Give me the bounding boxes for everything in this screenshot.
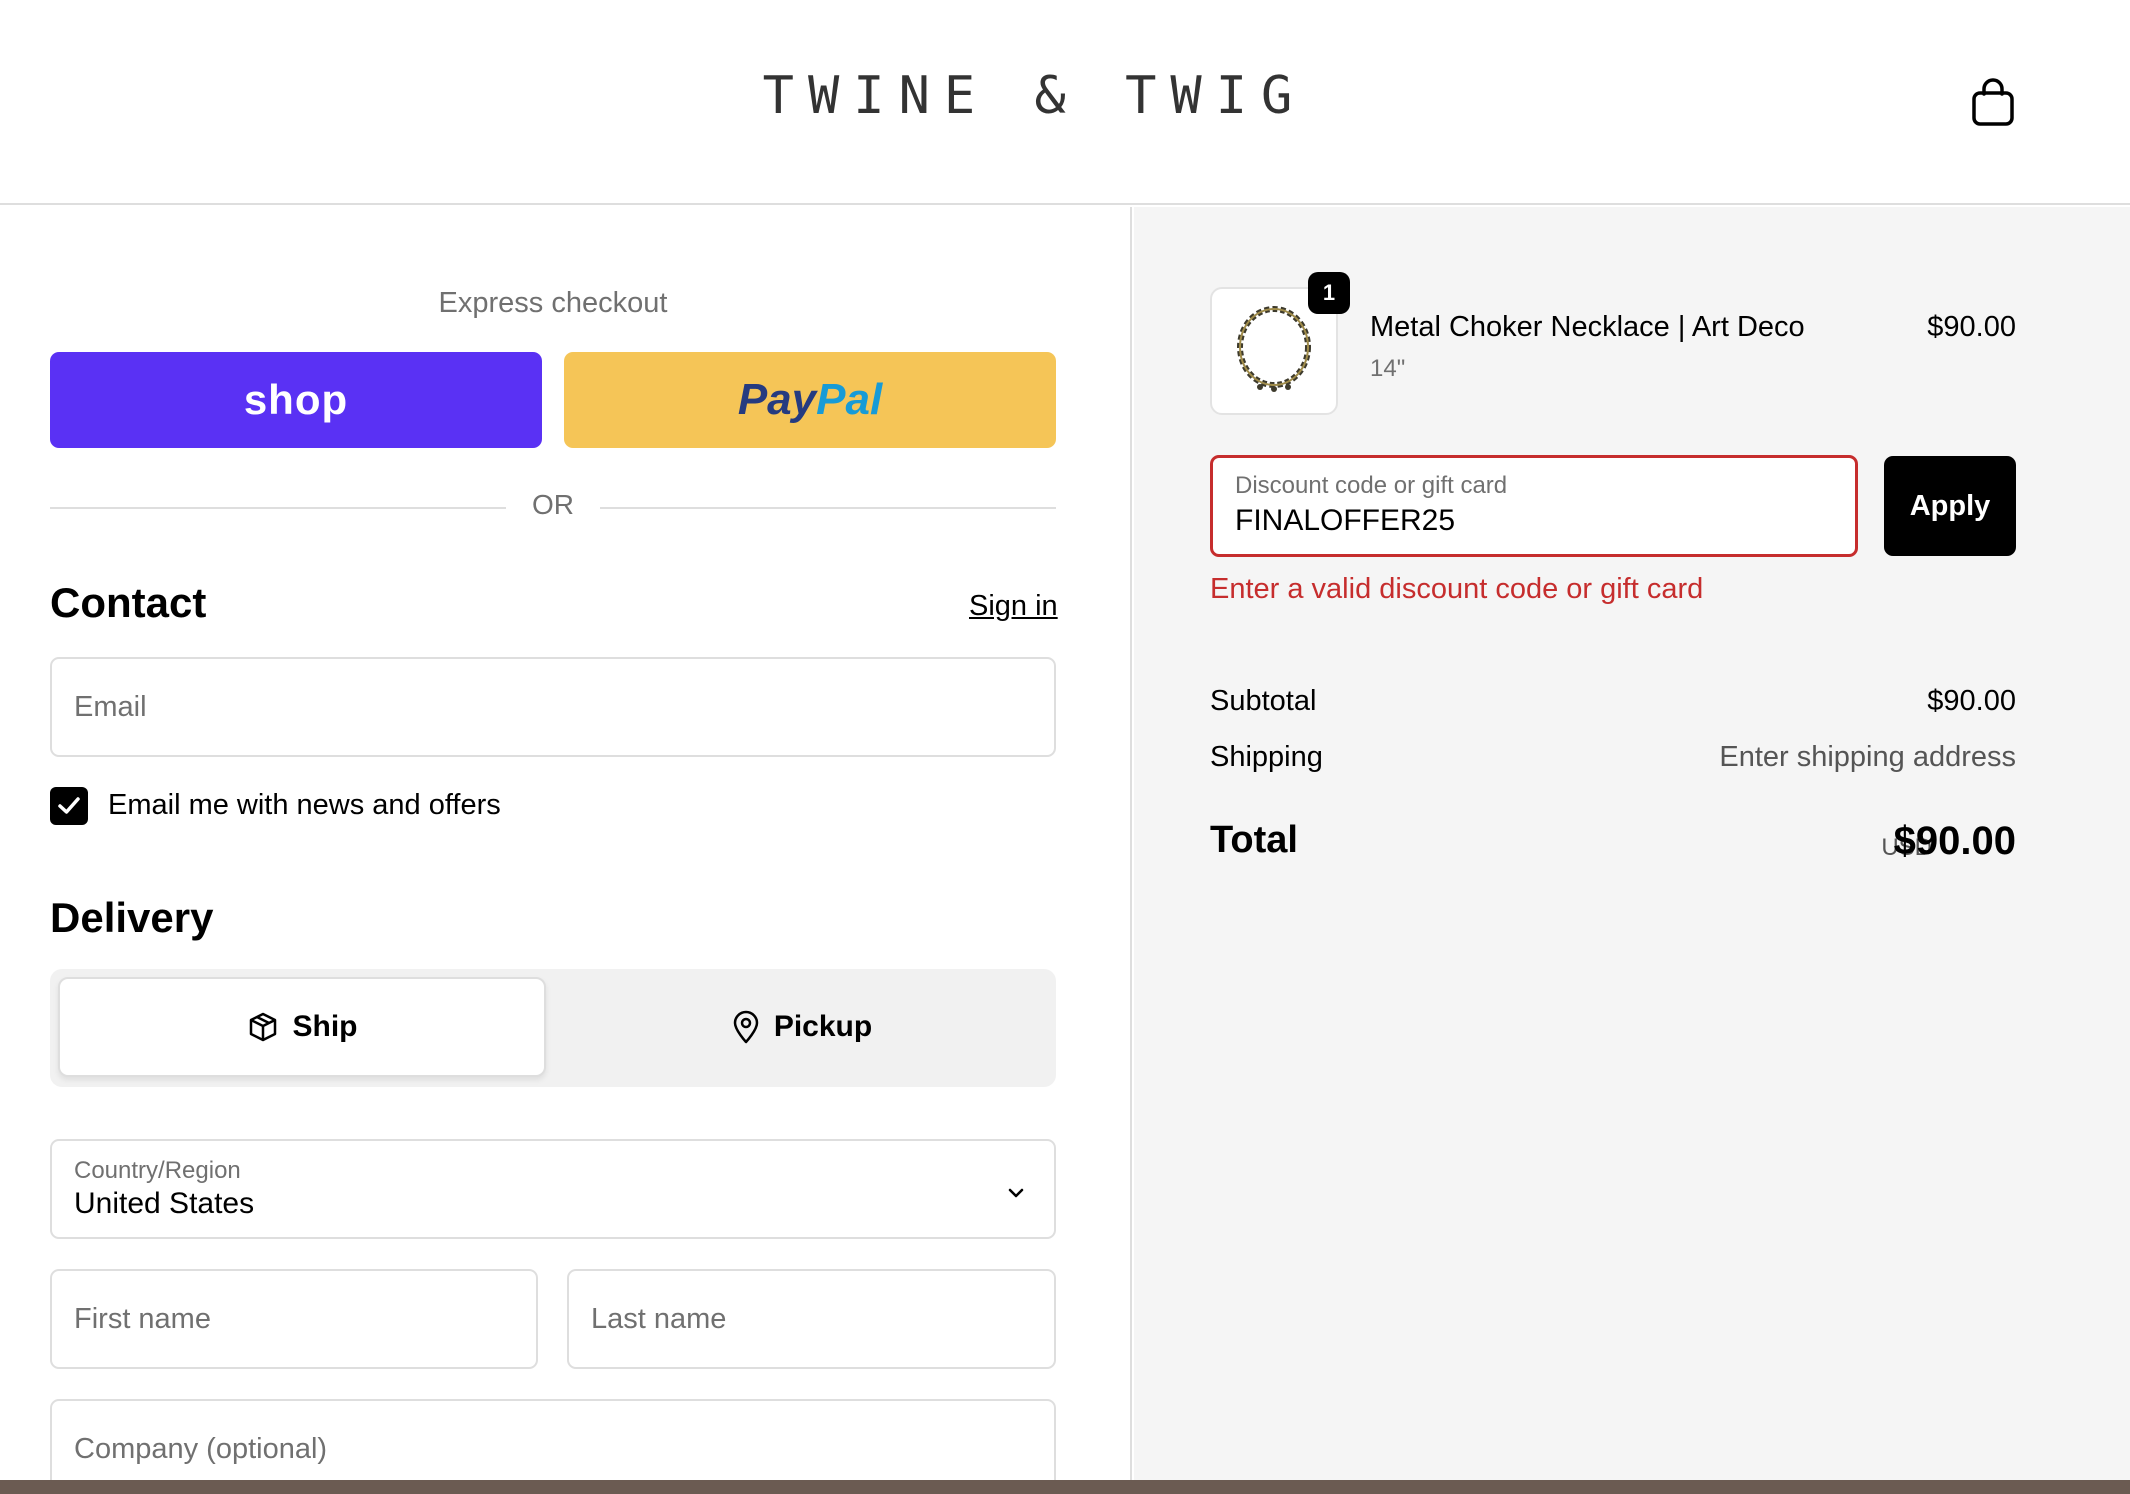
product-variant: 14" [1370,355,1406,382]
chevron-down-icon [1008,1188,1024,1198]
last-name-placeholder: Last name [591,1303,727,1335]
order-summary: 1 Metal Choker Necklace | Art Deco 14" $… [1134,207,2130,1494]
bottom-edge-strip [0,1480,2130,1494]
quantity-badge: 1 [1308,272,1350,314]
discount-value: FINALOFFER25 [1235,504,1456,537]
package-icon [249,1012,276,1042]
checkout-form: Express checkout shop Pay Pal OR Contact … [0,207,1132,1494]
sign-in-link[interactable]: Sign in [969,590,1058,623]
total-label: Total [1210,819,1298,861]
pickup-option[interactable]: Pickup [556,977,1048,1077]
first-name-field[interactable]: First name [50,1269,538,1369]
shipping-value: Enter shipping address [1719,741,2016,773]
email-field[interactable]: Email [50,657,1056,757]
newsletter-checkbox[interactable] [50,787,88,825]
ship-option[interactable]: Ship [58,977,546,1077]
product-price: $90.00 [1927,311,2016,343]
store-logo[interactable]: TWINE & TWIG [0,66,2069,126]
country-value: United States [74,1187,255,1220]
discount-label: Discount code or gift card [1235,472,1508,499]
email-placeholder: Email [74,691,147,723]
apply-button[interactable]: Apply [1884,456,2016,556]
express-checkout-label: Express checkout [438,287,668,319]
site-header: TWINE & TWIG [0,0,2130,205]
country-select[interactable]: Country/Region United States [50,1139,1056,1239]
or-divider: OR [50,487,1056,527]
contact-heading: Contact [50,579,207,626]
first-name-placeholder: First name [74,1303,211,1335]
newsletter-label: Email me with news and offers [108,789,501,821]
location-pin-icon [733,1010,759,1044]
divider-line-right [600,507,1056,509]
paypal-button[interactable]: Pay Pal [564,352,1056,448]
discount-code-input[interactable]: Discount code or gift card FINALOFFER25 [1210,455,1858,557]
or-label: OR [532,489,574,520]
delivery-heading: Delivery [50,894,214,941]
subtotal-value: $90.00 [1927,685,2016,717]
paypal-logo-pal: Pal [816,375,883,424]
delivery-method-toggle: Ship Pickup [50,969,1056,1087]
subtotal-label: Subtotal [1210,685,1317,717]
shopping-bag-icon[interactable] [1971,78,2015,126]
total-value: $90.00 [1893,819,2016,863]
discount-error-message: Enter a valid discount code or gift card [1210,573,1704,605]
paypal-logo-pay: Pay [737,375,817,424]
country-label: Country/Region [74,1157,241,1184]
product-name: Metal Choker Necklace | Art Deco [1370,311,1805,343]
pickup-option-label: Pickup [773,1010,873,1043]
shop-pay-button[interactable]: shop [50,352,542,448]
checkmark-icon [58,797,80,814]
last-name-field[interactable]: Last name [567,1269,1056,1369]
ship-option-label: Ship [292,1010,358,1043]
company-placeholder: Company (optional) [74,1433,328,1465]
shipping-label: Shipping [1210,741,1323,773]
